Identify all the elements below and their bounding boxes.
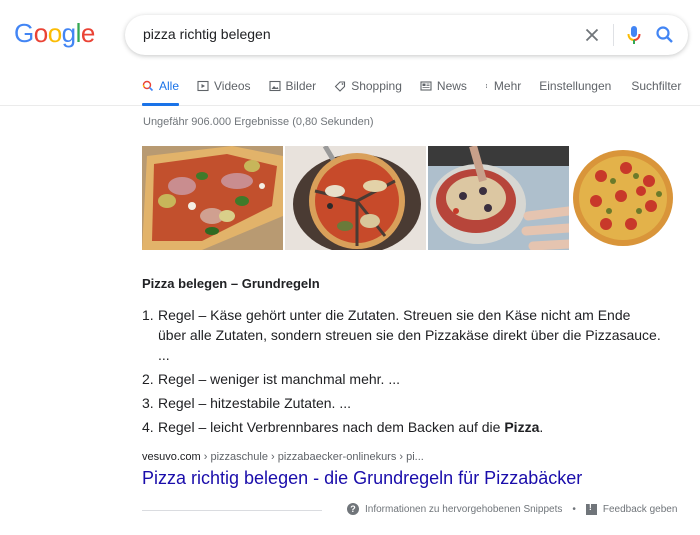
close-icon [585,28,599,42]
tab-label: Shopping [351,79,402,93]
tab-label: Suchfilter [631,79,682,93]
more-vert-icon [485,84,487,88]
image-icon [268,80,281,92]
search-input[interactable] [143,26,563,42]
pizza-image [142,146,283,250]
result-domain: vesuvo.com [142,451,201,463]
snippet-list: 1. Regel – Käse gehört unter die Zutaten… [142,305,662,441]
footer-divider [142,510,322,511]
tab-bilder[interactable]: Bilder [268,76,317,96]
result-breadcrumb: vesuvo.com › pizzaschule › pizzabaecker-… [142,451,424,463]
tab-news[interactable]: News [420,76,467,96]
feedback-icon [585,502,597,515]
list-item: 4. Regel – leicht Verbrennbares nach dem… [142,417,662,437]
pizza-image [285,146,426,250]
image-thumbnail[interactable] [571,146,700,250]
result-path: › pizzaschule › pizzabaecker-onlinekurs … [200,451,424,463]
result-title-link[interactable]: Pizza richtig belegen - die Grundregeln … [142,468,582,489]
voice-search-button[interactable] [622,23,646,47]
search-icon [656,26,673,43]
tag-icon [334,81,346,92]
separator: • [572,503,576,515]
list-text: Regel – leicht Verbrennbares nach dem Ba… [158,417,662,437]
snippet-footer: ? Informationen zu hervorgehobenen Snipp… [347,502,678,515]
list-number: 2. [142,371,154,387]
image-strip [142,146,700,250]
microphone-icon [627,26,641,44]
tab-alle[interactable]: Alle [142,76,180,106]
image-thumbnail[interactable] [142,146,283,250]
tab-suchfilter[interactable]: Suchfilter [631,76,681,96]
image-thumbnail[interactable] [428,146,569,250]
list-text: Regel – hitzestabile Zutaten. ... [158,395,351,411]
google-logo[interactable]: Google [14,18,95,49]
list-text: Regel – Käse gehört unter die Zutaten. S… [158,307,661,363]
tab-label: Videos [214,79,251,93]
logo-letter: G [14,18,34,48]
list-text-part: . [539,419,544,435]
pizza-image [571,146,700,250]
logo-letter: g [61,18,76,48]
search-tabs: Alle Videos Bilder Shopping News Mehr Ei… [142,76,700,106]
search-icon [142,80,154,92]
tab-videos[interactable]: Videos [197,76,251,96]
list-text-part: Regel – leicht Verbrennbares nach dem Ba… [158,419,505,435]
tab-label: Alle [159,79,180,93]
list-item: 3. Regel – hitzestabile Zutaten. ... [142,393,662,413]
logo-letter: o [33,18,48,48]
list-text: Regel – weniger ist manchmal mehr. ... [158,371,400,387]
feedback-link[interactable]: Feedback geben [603,504,678,515]
image-thumbnail[interactable] [285,146,426,250]
tab-einstellungen[interactable]: Einstellungen [539,76,611,96]
tab-label: News [436,79,467,93]
pizza-image [428,146,569,250]
video-icon [197,80,209,92]
featured-snippet-title: Pizza belegen – Grundregeln [142,276,320,291]
list-item: 2. Regel – weniger ist manchmal mehr. ..… [142,369,662,389]
header: Google pizza richtig belegen Alle Videos… [0,0,700,106]
list-number: 3. [142,395,154,411]
search-button[interactable] [653,23,677,47]
result-stats: Ungefähr 906.000 Ergebnisse (0,80 Sekund… [143,116,374,128]
help-icon: ? [347,503,359,515]
snippet-info-link[interactable]: Informationen zu hervorgehobenen Snippet… [365,504,562,515]
highlighted-term: Pizza [504,419,540,435]
logo-letter: e [80,18,95,48]
tab-label: Bilder [285,79,317,93]
tab-label: Einstellungen [539,79,612,93]
search-box [125,15,688,55]
logo-letter: o [47,18,62,48]
list-number: 1. [142,307,154,323]
tab-label: Mehr [493,79,522,93]
clear-button[interactable] [581,24,603,46]
list-item: 1. Regel – Käse gehört unter die Zutaten… [142,305,662,365]
tab-mehr[interactable]: Mehr [485,76,521,96]
search-divider [613,24,614,46]
tab-shopping[interactable]: Shopping [334,76,402,96]
newspaper-icon [420,81,432,91]
list-number: 4. [142,419,154,435]
